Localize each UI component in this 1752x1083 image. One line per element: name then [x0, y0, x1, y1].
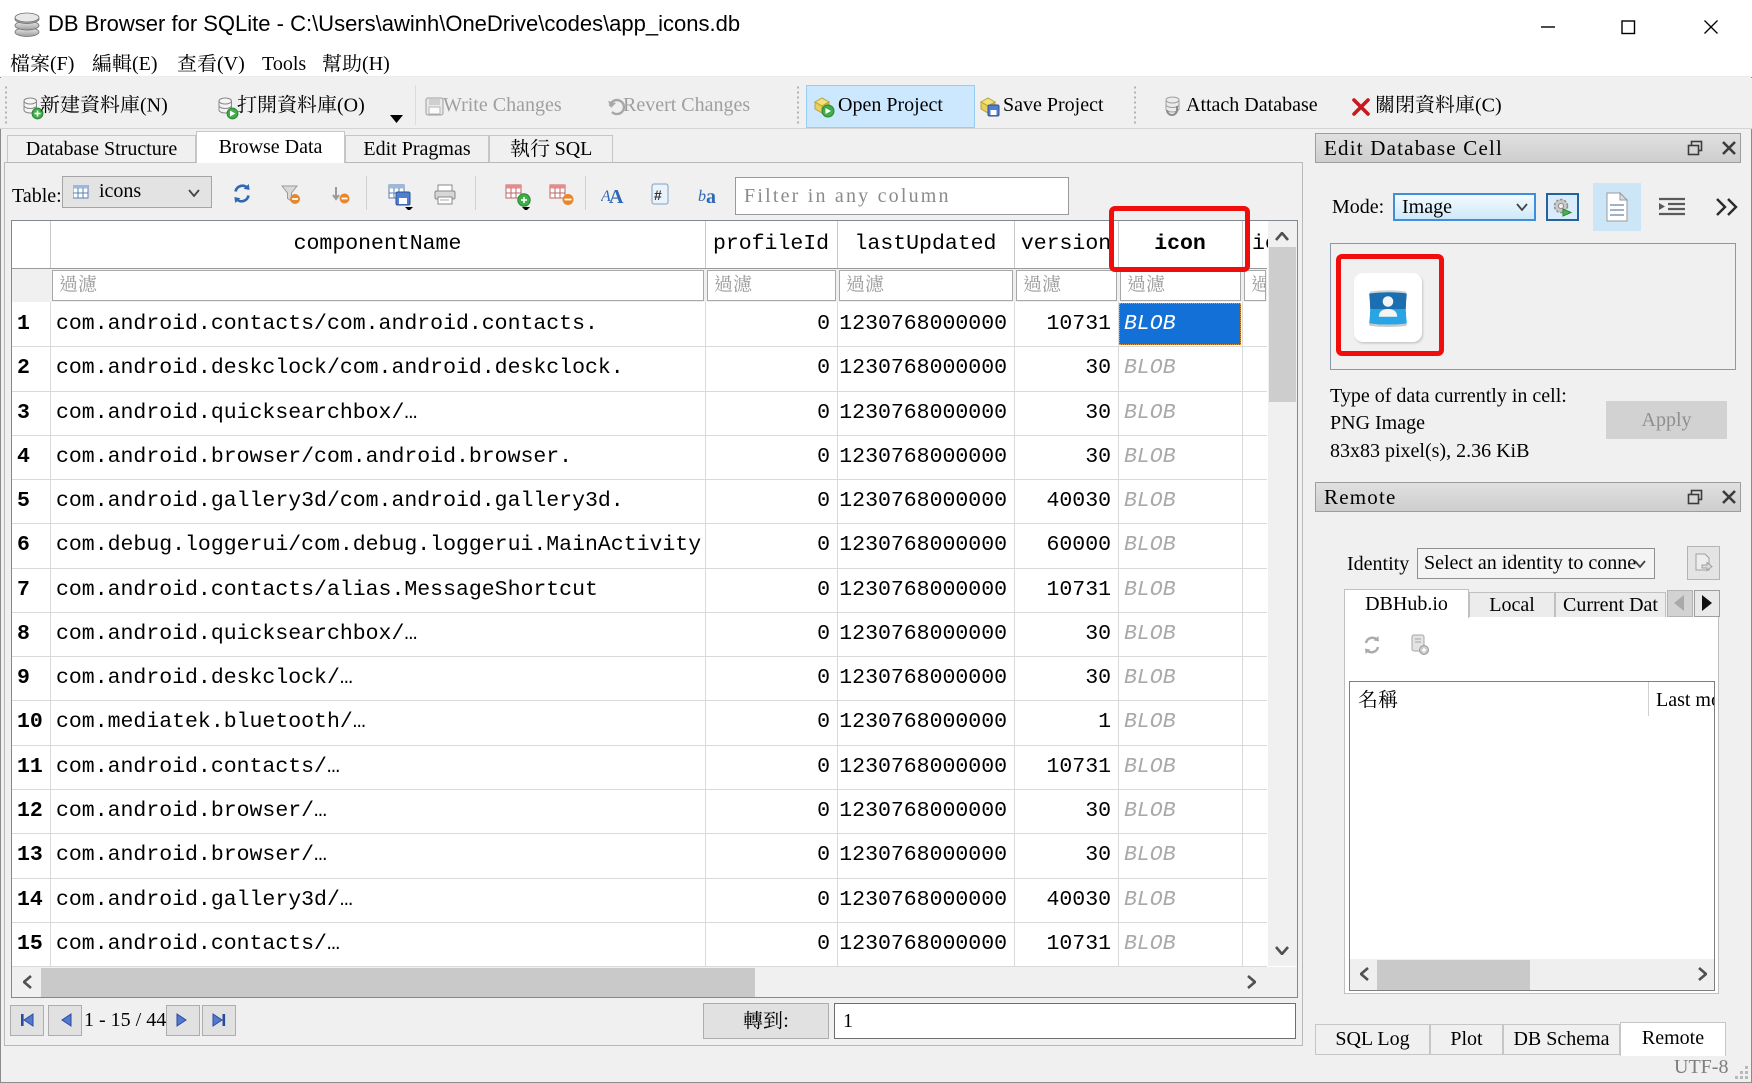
svg-text:A: A	[609, 186, 624, 206]
svg-text:#: #	[654, 187, 662, 203]
svg-text:b: b	[698, 188, 706, 205]
svg-text:a: a	[706, 186, 716, 206]
